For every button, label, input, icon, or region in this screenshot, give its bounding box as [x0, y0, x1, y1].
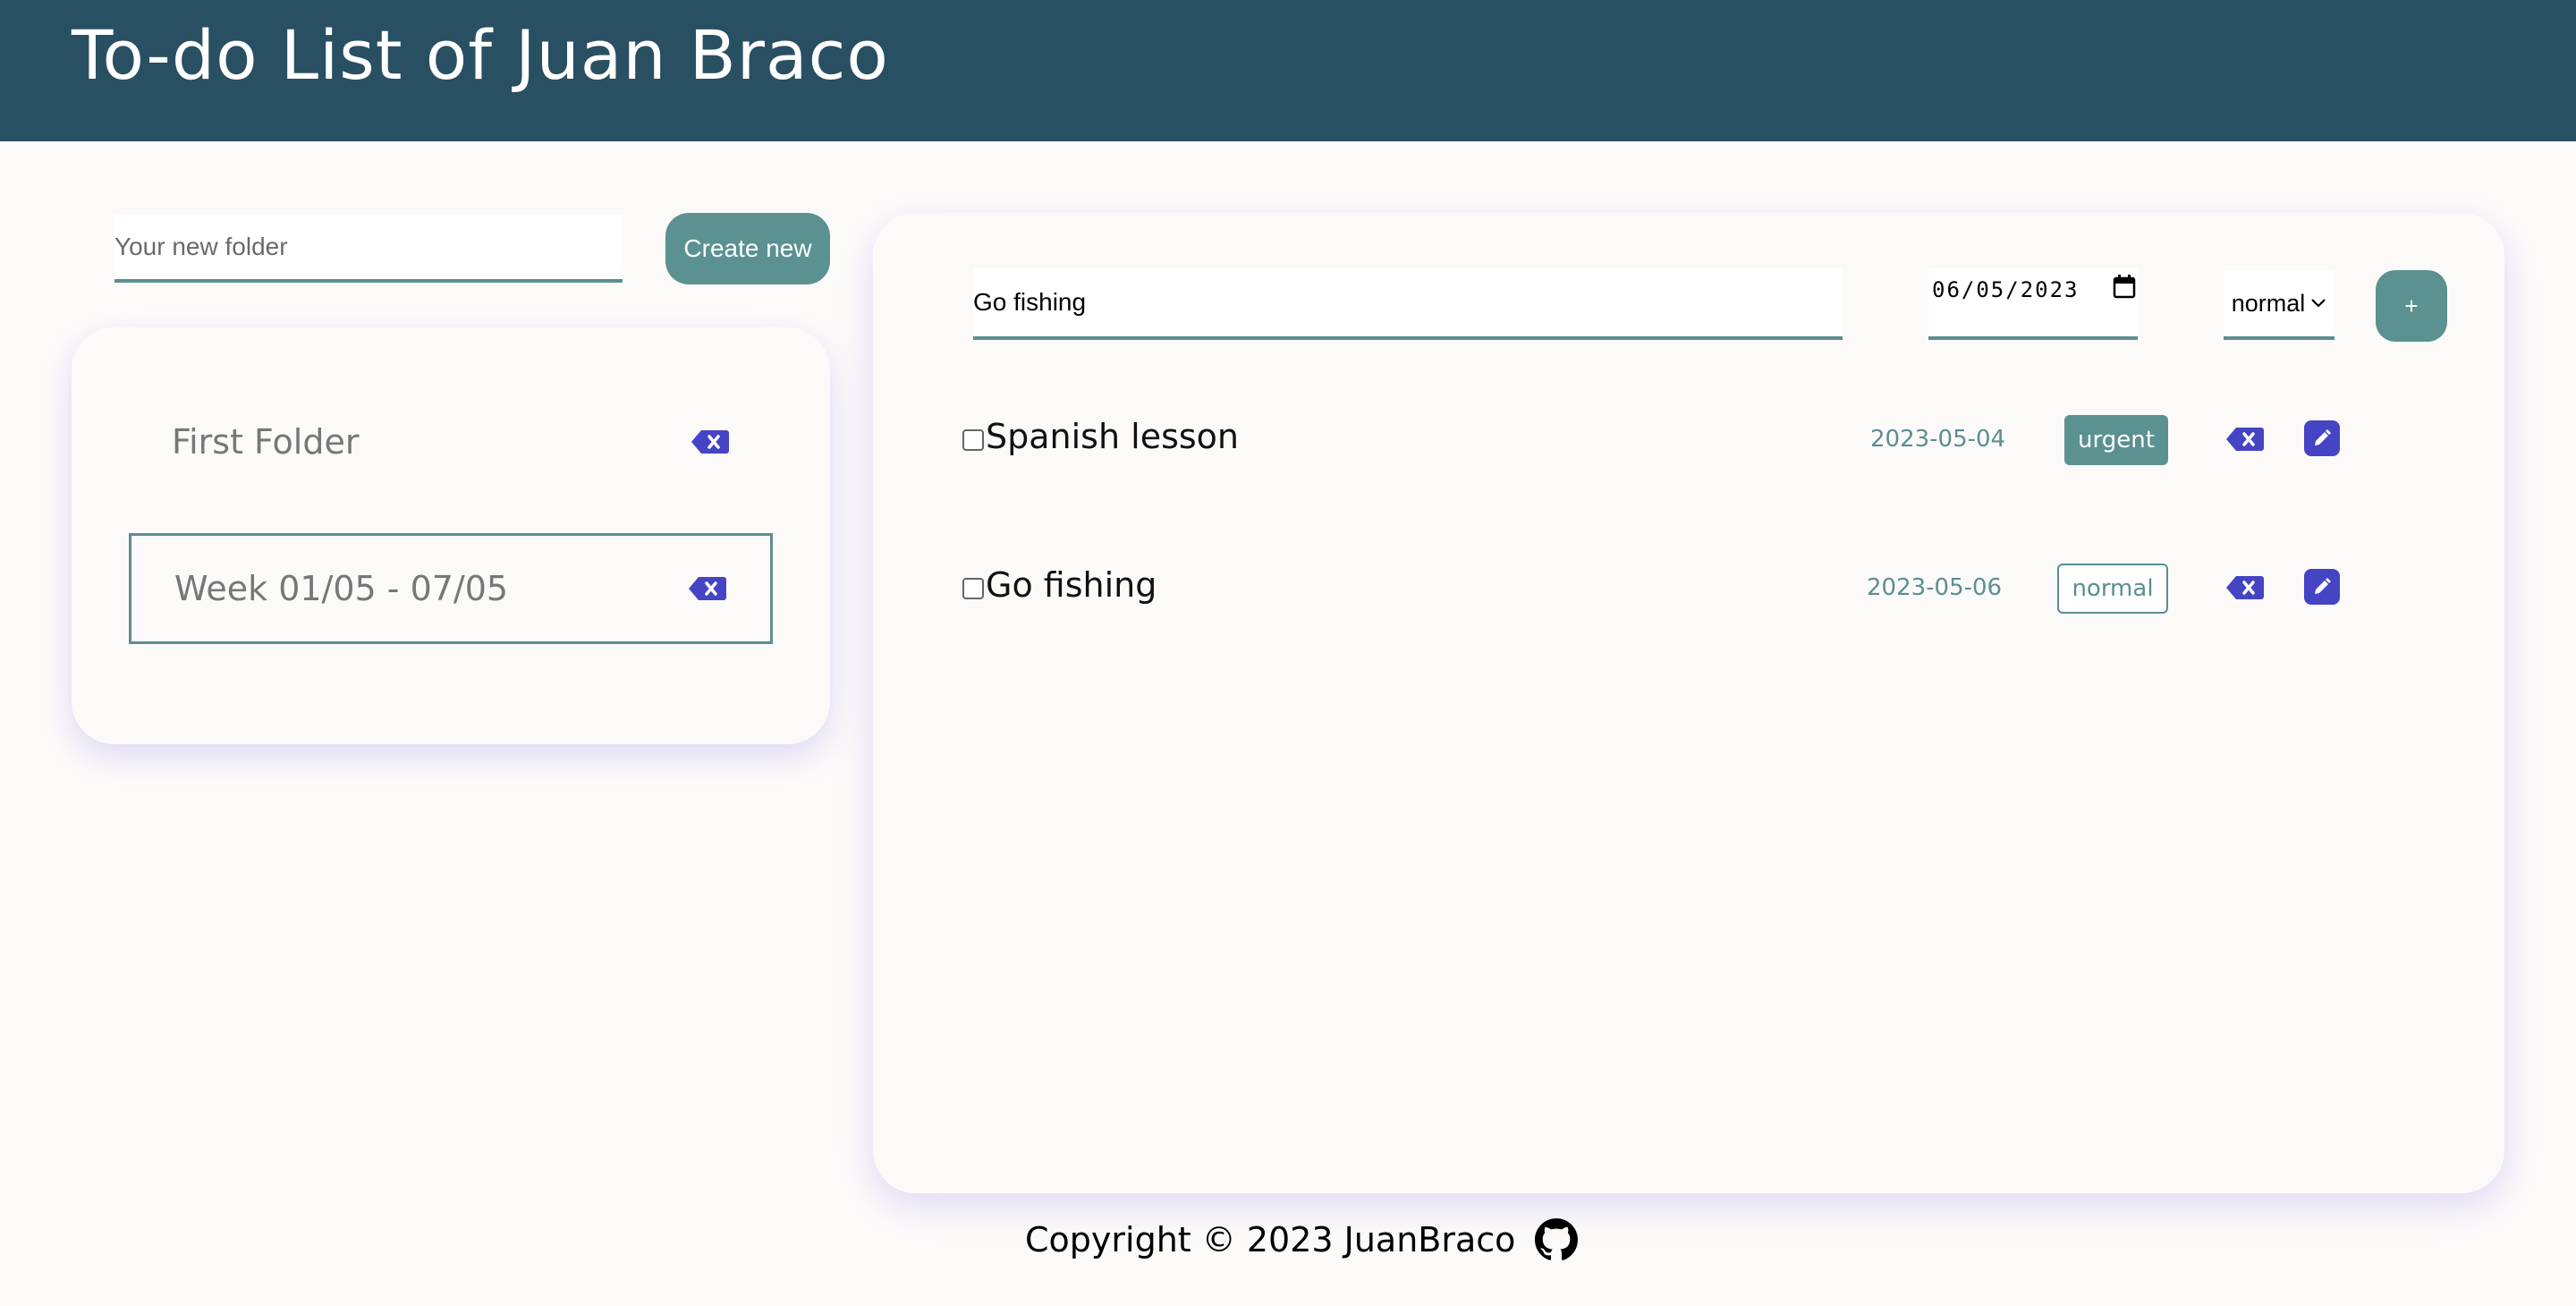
folder-item-active[interactable]: Week 01/05 - 07/05 — [129, 533, 773, 644]
folder-item[interactable]: First Folder — [129, 386, 773, 497]
task-checkbox[interactable] — [962, 578, 984, 599]
delete-folder-icon[interactable] — [688, 575, 727, 602]
task-row: Go fishing 2023-05-06 normal — [962, 556, 2411, 619]
create-folder-button[interactable]: Create new — [665, 213, 830, 284]
pencil-icon — [2315, 578, 2331, 594]
task-row: Spanish lesson 2023-05-04 urgent — [962, 408, 2411, 471]
task-title: Spanish lesson — [986, 417, 1239, 456]
folder-name: First Folder — [172, 422, 360, 462]
pencil-icon — [2315, 429, 2331, 445]
delete-folder-icon[interactable] — [691, 428, 730, 455]
new-folder-input[interactable] — [114, 215, 623, 283]
tasks-panel: 06/05/2023 normal + Spanish lesson 2023-… — [873, 213, 2504, 1193]
task-date: 2023-05-06 — [1867, 574, 2003, 601]
priority-select[interactable]: normal — [2224, 270, 2334, 340]
chevron-down-icon — [2311, 299, 2326, 308]
delete-task-icon[interactable] — [2225, 426, 2265, 453]
task-date: 2023-05-04 — [1870, 426, 2006, 453]
footer: Copyright © 2023 JuanBraco — [1025, 1213, 1579, 1267]
task-date-input[interactable]: 06/05/2023 — [1928, 268, 2138, 340]
folder-name: Week 01/05 - 07/05 — [174, 569, 509, 608]
folders-panel: First Folder Week 01/05 - 07/05 — [72, 327, 830, 744]
github-icon[interactable] — [1535, 1218, 1579, 1261]
priority-selected-value: normal — [2231, 289, 2306, 317]
edit-task-button[interactable] — [2304, 420, 2340, 456]
task-checkbox[interactable] — [962, 429, 984, 451]
page-title: To-do List of Juan Braco — [72, 15, 889, 95]
app-header: To-do List of Juan Braco — [0, 0, 2576, 141]
copyright-text: Copyright © 2023 JuanBraco — [1025, 1220, 1516, 1259]
calendar-icon[interactable] — [2113, 274, 2136, 299]
delete-task-icon[interactable] — [2225, 574, 2265, 601]
add-task-button[interactable]: + — [2376, 270, 2447, 342]
edit-task-button[interactable] — [2304, 569, 2340, 605]
task-date-value: 06/05/2023 — [1932, 277, 2080, 302]
task-title-input[interactable] — [973, 268, 1843, 340]
priority-badge: normal — [2057, 564, 2168, 614]
task-title: Go fishing — [986, 565, 1157, 605]
priority-badge: urgent — [2064, 415, 2168, 465]
